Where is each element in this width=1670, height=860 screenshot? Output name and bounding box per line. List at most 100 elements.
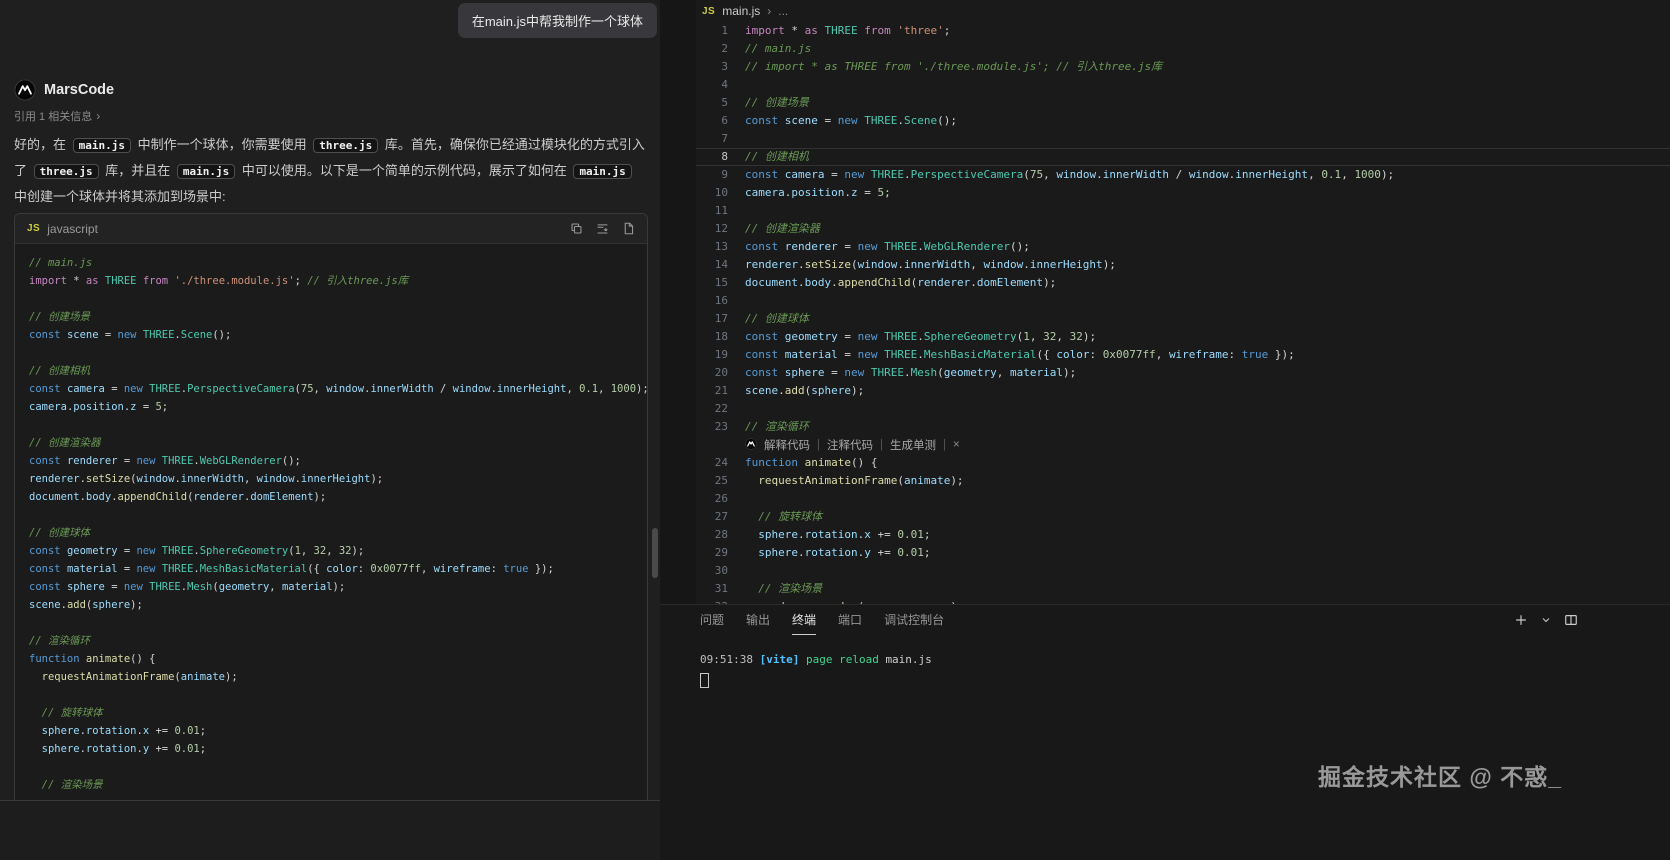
citation-link[interactable]: 引用 1 相关信息 › xyxy=(14,108,648,124)
terminal-cursor xyxy=(700,673,709,688)
line-number[interactable]: 16 xyxy=(696,292,728,310)
line-number[interactable]: 17 xyxy=(696,310,728,328)
line-number[interactable]: 28 xyxy=(696,526,728,544)
line-number[interactable]: 6 xyxy=(696,112,728,130)
editor-line[interactable]: 1 import * as THREE from 'three'; xyxy=(696,22,1670,40)
code-line: requestAnimationFrame(animate); xyxy=(41,671,238,683)
line-number[interactable]: 1 xyxy=(696,22,728,40)
tab-debug-console[interactable]: 调试控制台 xyxy=(884,605,944,635)
editor-line[interactable]: 26 xyxy=(696,490,1670,508)
editor-line[interactable]: 27 // 旋转球体 xyxy=(696,508,1670,526)
editor-line[interactable]: 24 function animate() { xyxy=(696,454,1670,472)
editor-line[interactable]: 19 const material = new THREE.MeshBasicMa… xyxy=(696,346,1670,364)
editor-line[interactable]: 20 const sphere = new THREE.Mesh(geometry… xyxy=(696,364,1670,382)
breadcrumb[interactable]: JS main.js › ... xyxy=(696,0,1670,22)
line-number[interactable]: 11 xyxy=(696,202,728,220)
editor-line[interactable]: 14 renderer.setSize(window.innerWidth, wi… xyxy=(696,256,1670,274)
editor-line[interactable]: 15 document.body.appendChild(renderer.dom… xyxy=(696,274,1670,292)
editor-line[interactable]: 10 camera.position.z = 5; xyxy=(696,184,1670,202)
line-number[interactable]: 25 xyxy=(696,472,728,490)
tab-terminal[interactable]: 终端 xyxy=(792,605,817,635)
line-number[interactable]: 9 xyxy=(696,166,728,184)
line-number[interactable]: 13 xyxy=(696,238,728,256)
editor-line[interactable]: 11 xyxy=(696,202,1670,220)
editor-line[interactable]: 6 const scene = new THREE.Scene(); xyxy=(696,112,1670,130)
generate-test-action[interactable]: 生成单测 xyxy=(890,437,936,453)
editor-line[interactable]: 12// 创建渲染器 xyxy=(696,220,1670,238)
line-number[interactable]: 30 xyxy=(696,562,728,580)
editor[interactable]: JS main.js › ... 1 import * as THREE from… xyxy=(660,0,1670,604)
editor-line[interactable]: 23// 渲染循环 xyxy=(696,418,1670,436)
separator: | xyxy=(880,439,883,451)
comment-code-action[interactable]: 注释代码 xyxy=(827,437,873,453)
line-number[interactable]: 29 xyxy=(696,544,728,562)
line-number[interactable]: 18 xyxy=(696,328,728,346)
marscode-logo-icon xyxy=(14,79,36,101)
editor-line[interactable]: 13 const renderer = new THREE.WebGLRender… xyxy=(696,238,1670,256)
line-number[interactable]: 7 xyxy=(696,130,728,148)
explain-code-action[interactable]: 解释代码 xyxy=(764,437,810,453)
line-number[interactable]: 24 xyxy=(696,454,728,472)
line-number[interactable]: 4 xyxy=(696,76,728,94)
chevron-down-icon[interactable] xyxy=(1540,614,1552,626)
line-number[interactable]: 22 xyxy=(696,400,728,418)
editor-line[interactable]: 5// 创建场景 xyxy=(696,94,1670,112)
new-file-icon[interactable] xyxy=(622,222,635,235)
editor-line[interactable]: 9 const camera = new THREE.PerspectiveCam… xyxy=(696,166,1670,184)
tab-output[interactable]: 输出 xyxy=(746,605,770,635)
editor-line[interactable]: 28 sphere.rotation.x += 0.01; xyxy=(696,526,1670,544)
editor-line[interactable]: 22 xyxy=(696,400,1670,418)
tab-problems[interactable]: 问题 xyxy=(700,605,724,635)
breadcrumb-more[interactable]: ... xyxy=(778,4,788,18)
editor-line[interactable]: 30 xyxy=(696,562,1670,580)
inline-code-chip: three.js xyxy=(33,164,99,179)
chat-code-lines: // main.js import * as THREE from './thre… xyxy=(15,244,647,804)
terminal[interactable]: 09:51:38 [vite] page reload main.js xyxy=(700,651,1670,688)
line-number[interactable]: 23 xyxy=(696,418,728,436)
line-number[interactable]: 10 xyxy=(696,184,728,202)
new-terminal-icon[interactable] xyxy=(1514,613,1528,627)
editor-line[interactable]: 18 const geometry = new THREE.SphereGeome… xyxy=(696,328,1670,346)
line-number[interactable]: 21 xyxy=(696,382,728,400)
separator: | xyxy=(943,439,946,451)
inline-code-chip: main.js xyxy=(176,164,236,179)
editor-line[interactable]: 21 scene.add(sphere); xyxy=(696,382,1670,400)
line-number[interactable]: 2 xyxy=(696,40,728,58)
chat-scrollbar[interactable] xyxy=(652,528,658,578)
code-line: // 创建球体 xyxy=(29,527,90,539)
line-number[interactable]: 5 xyxy=(696,94,728,112)
line-number[interactable]: 19 xyxy=(696,346,728,364)
line-number[interactable]: 31 xyxy=(696,580,728,598)
editor-line[interactable]: 17// 创建球体 xyxy=(696,310,1670,328)
editor-line[interactable]: 4 xyxy=(696,76,1670,94)
assistant-header: MarsCode xyxy=(14,78,648,102)
code-block-header: JS javascript xyxy=(15,214,647,244)
line-number[interactable]: 27 xyxy=(696,508,728,526)
split-terminal-icon[interactable] xyxy=(1564,613,1578,627)
editor-line[interactable]: 16 xyxy=(696,292,1670,310)
line-number[interactable]: 20 xyxy=(696,364,728,382)
editor-line[interactable]: 31 // 渲染场景 xyxy=(696,580,1670,598)
editor-line[interactable]: 2// main.js xyxy=(696,40,1670,58)
editor-line[interactable]: 7 xyxy=(696,130,1670,148)
code-line: function animate() { xyxy=(29,653,156,665)
line-number[interactable]: 26 xyxy=(696,490,728,508)
line-number[interactable]: 12 xyxy=(696,220,728,238)
insert-code-icon[interactable] xyxy=(596,222,609,235)
line-number[interactable]: 3 xyxy=(696,58,728,76)
editor-line[interactable]: 8// 创建相机 xyxy=(696,148,1670,166)
editor-line[interactable]: 3// import * as THREE from './three.modu… xyxy=(696,58,1670,76)
tab-ports[interactable]: 端口 xyxy=(838,605,862,635)
editor-line[interactable]: 29 sphere.rotation.y += 0.01; xyxy=(696,544,1670,562)
line-number[interactable]: 8 xyxy=(696,148,728,166)
copy-icon[interactable] xyxy=(570,222,583,235)
bottom-panel: 问题 输出 终端 端口 调试控制台 09:51:38 [vite] page r… xyxy=(660,604,1670,860)
app-root: 在main.js中帮我制作一个球体 MarsCode 引用 1 相关信息 › 好… xyxy=(0,0,1670,860)
line-number[interactable]: 14 xyxy=(696,256,728,274)
close-icon[interactable]: × xyxy=(953,439,960,451)
breadcrumb-file[interactable]: main.js xyxy=(722,4,760,18)
line-number[interactable]: 15 xyxy=(696,274,728,292)
javascript-icon: JS xyxy=(27,223,41,234)
editor-line[interactable]: 25 requestAnimationFrame(animate); xyxy=(696,472,1670,490)
